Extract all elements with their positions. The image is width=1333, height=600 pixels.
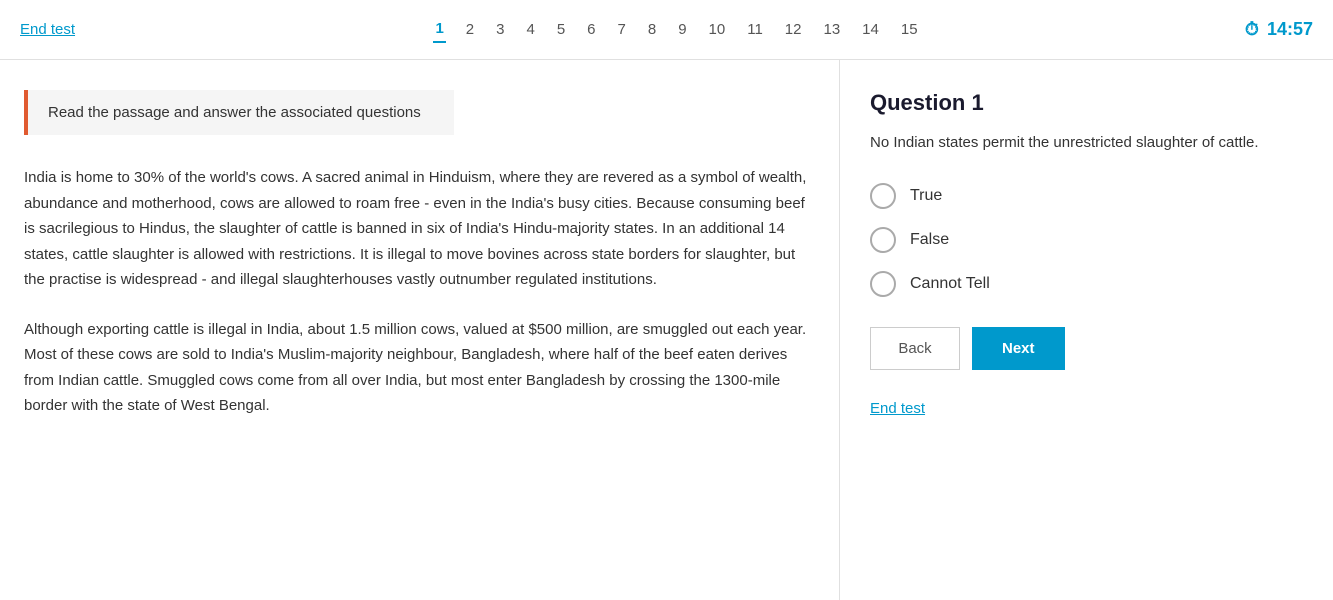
nav-num-5[interactable]: 5 [555,17,567,42]
radio-cannot-tell[interactable] [870,271,896,297]
question-title: Question 1 [870,90,1303,116]
nav-num-15[interactable]: 15 [899,17,920,42]
option-false-label: False [910,231,949,249]
timer-icon: ⏱ [1245,19,1259,40]
timer: ⏱ 14:57 [1213,19,1313,40]
right-panel: Question 1 No Indian states permit the u… [840,60,1333,600]
passage-paragraph-1: India is home to 30% of the world's cows… [24,165,809,293]
left-panel: Read the passage and answer the associat… [0,60,840,600]
end-test-link-header[interactable]: End test [20,21,75,38]
header: End test 123456789101112131415 ⏱ 14:57 [0,0,1333,60]
header-left: End test [20,21,140,39]
question-text: No Indian states permit the unrestricted… [870,132,1303,155]
option-cannot-tell-label: Cannot Tell [910,275,990,293]
nav-num-2[interactable]: 2 [464,17,476,42]
end-test-link-bottom[interactable]: End test [870,400,925,417]
nav-num-6[interactable]: 6 [585,17,597,42]
instruction-box: Read the passage and answer the associat… [24,90,454,135]
option-cannot-tell[interactable]: Cannot Tell [870,271,1303,297]
option-false[interactable]: False [870,227,1303,253]
nav-num-14[interactable]: 14 [860,17,881,42]
radio-true[interactable] [870,183,896,209]
nav-num-11[interactable]: 11 [745,17,765,42]
main-content: Read the passage and answer the associat… [0,60,1333,600]
nav-num-1[interactable]: 1 [433,16,445,43]
nav-num-7[interactable]: 7 [616,17,628,42]
instruction-text: Read the passage and answer the associat… [48,104,421,121]
nav-num-8[interactable]: 8 [646,17,658,42]
next-button[interactable]: Next [972,327,1065,370]
radio-false[interactable] [870,227,896,253]
nav-num-13[interactable]: 13 [821,17,842,42]
nav-num-4[interactable]: 4 [524,17,536,42]
timer-value: 14:57 [1267,19,1313,40]
question-nav: 123456789101112131415 [433,16,919,43]
nav-num-10[interactable]: 10 [707,17,728,42]
answer-options: True False Cannot Tell [870,183,1303,297]
nav-num-9[interactable]: 9 [676,17,688,42]
option-true[interactable]: True [870,183,1303,209]
nav-num-12[interactable]: 12 [783,17,804,42]
passage-paragraph-2: Although exporting cattle is illegal in … [24,317,809,419]
option-true-label: True [910,187,942,205]
passage: India is home to 30% of the world's cows… [24,165,809,419]
buttons-row: Back Next [870,327,1303,370]
back-button[interactable]: Back [870,327,960,370]
nav-num-3[interactable]: 3 [494,17,506,42]
